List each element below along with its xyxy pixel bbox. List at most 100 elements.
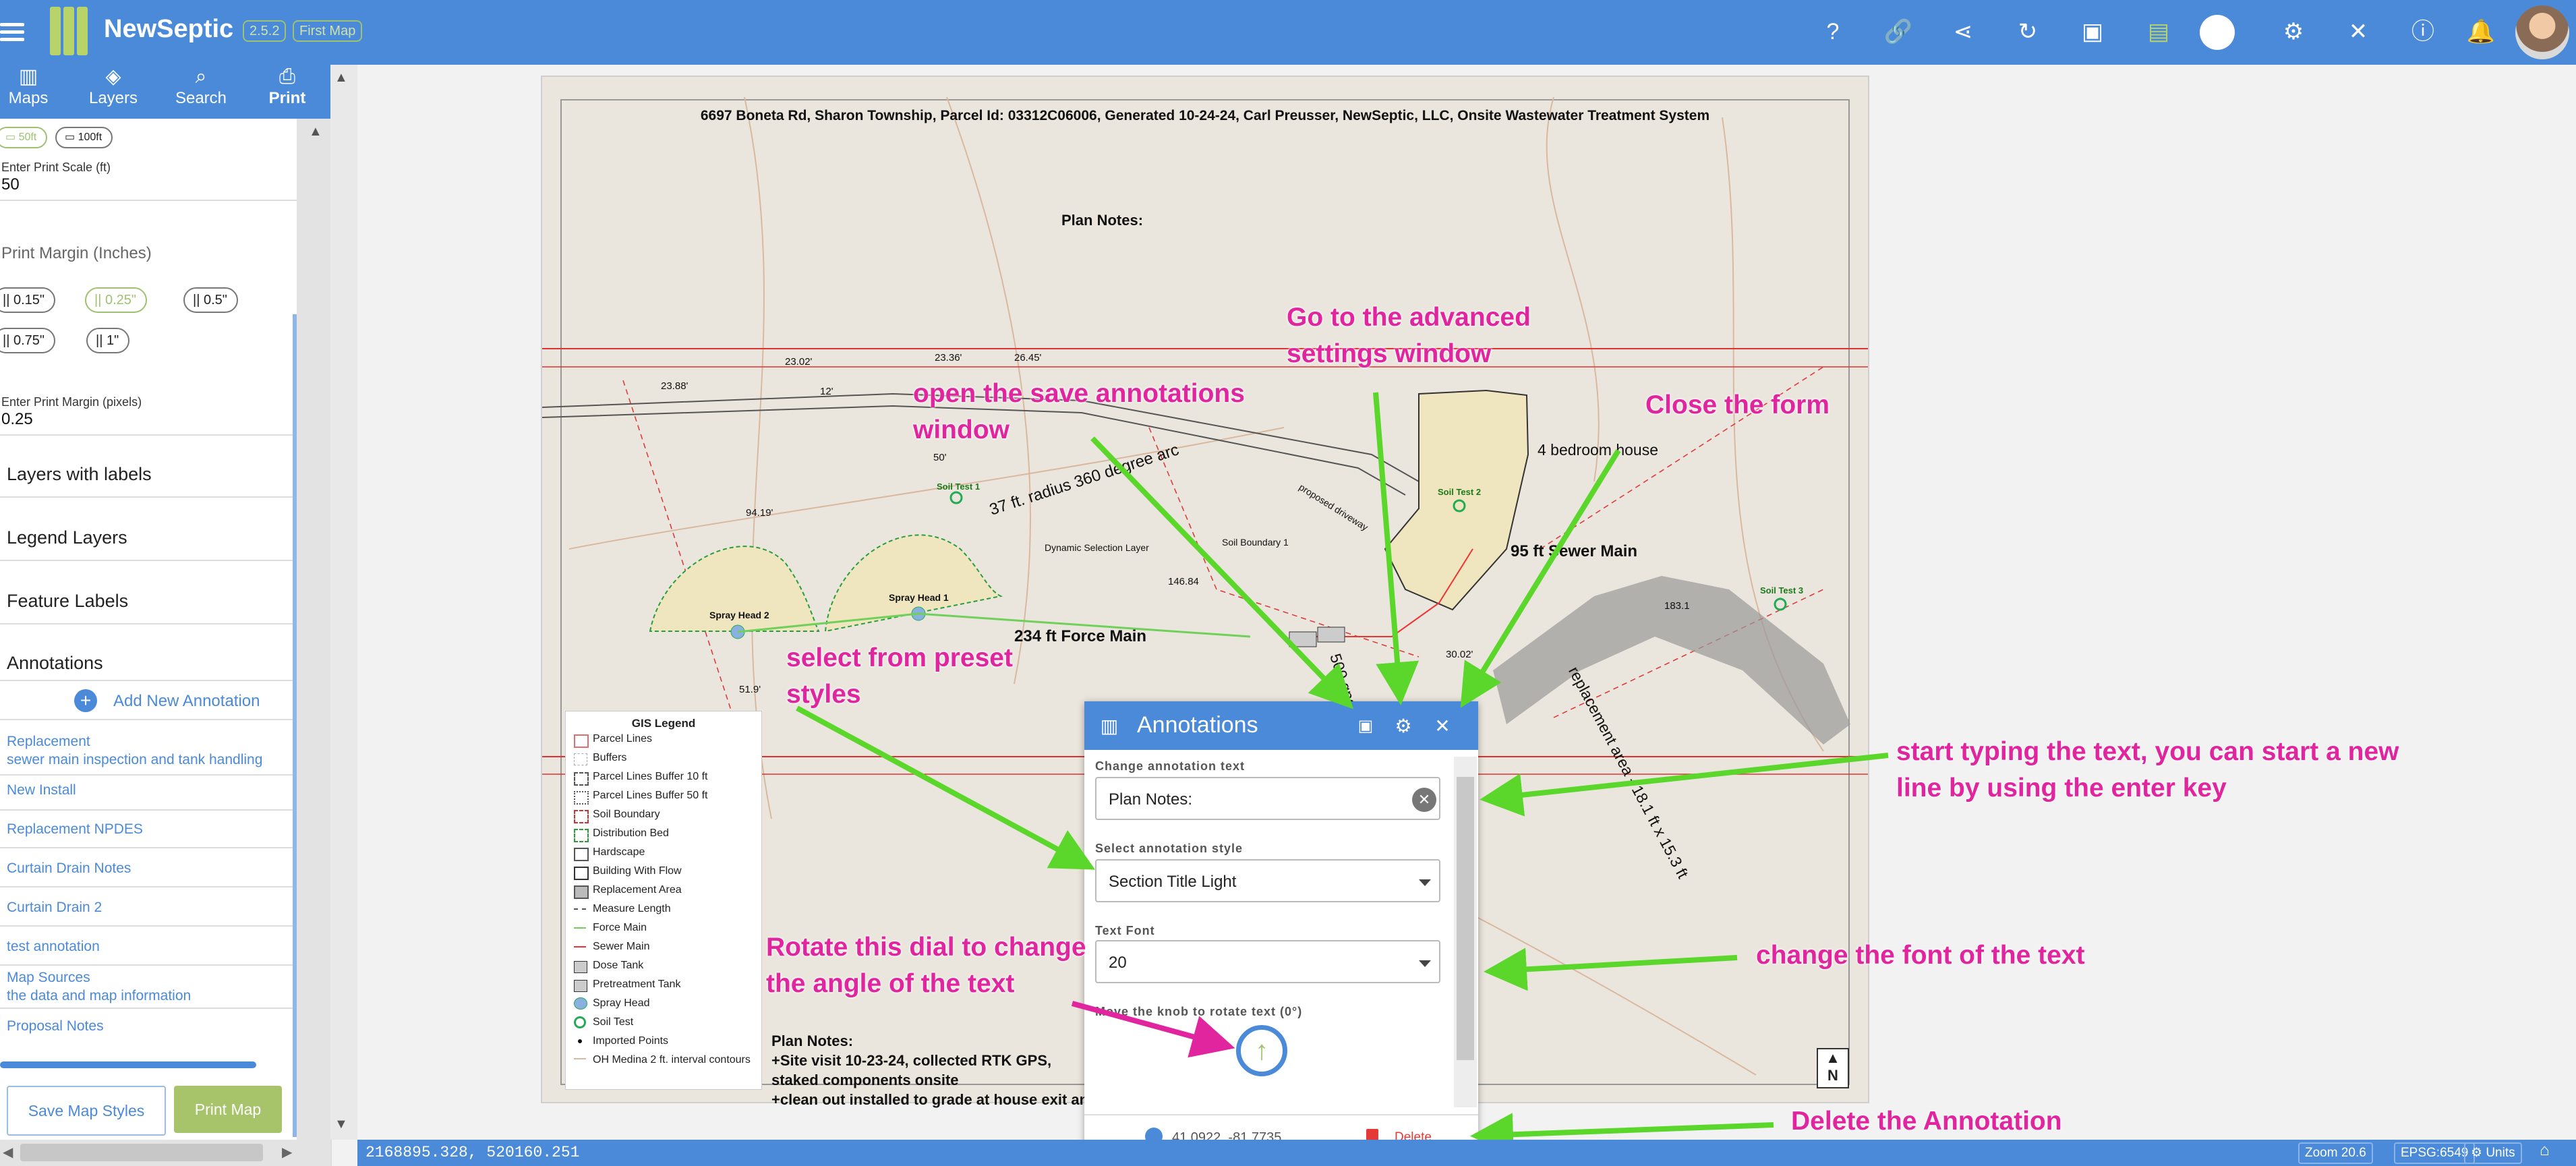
- annotation-link-replacement[interactable]: Replacement sewer main inspection and ta…: [7, 732, 262, 769]
- scale-chip-50[interactable]: ▭ 50ft: [0, 127, 48, 148]
- section-legend-layers[interactable]: Legend Layers: [7, 527, 127, 548]
- link-icon[interactable]: 🔗: [1883, 16, 1914, 47]
- zoom-level[interactable]: Zoom 20.6: [2298, 1142, 2373, 1164]
- section-layers-with-labels[interactable]: Layers with labels: [7, 464, 152, 485]
- settings-icon[interactable]: ⚙: [2278, 16, 2309, 47]
- legend-item: Parcel Lines Buffer 10 ft: [593, 771, 708, 782]
- annotation-link-proposal-notes[interactable]: Proposal Notes: [7, 1017, 104, 1035]
- help-icon[interactable]: ?: [1817, 16, 1848, 47]
- margin-chip-015[interactable]: || 0.15": [0, 287, 55, 313]
- layers-icon: ◈: [105, 65, 121, 88]
- scroll-left-icon[interactable]: ◀: [3, 1144, 13, 1161]
- tab-maps[interactable]: ▥ Maps: [0, 65, 69, 119]
- legend-swatch: [574, 980, 587, 992]
- margin-pixels-label: Enter Print Margin (pixels): [1, 395, 142, 409]
- save-icon[interactable]: ▣: [1354, 715, 1377, 738]
- annotation-link-curtain-drain-2[interactable]: Curtain Drain 2: [7, 898, 102, 916]
- tab-layers[interactable]: ◈ Layers: [73, 65, 154, 119]
- print-icon[interactable]: ▤: [2143, 16, 2174, 47]
- scroll-right-icon[interactable]: ▶: [282, 1144, 292, 1161]
- scroll-up-icon[interactable]: ▲: [309, 124, 322, 140]
- section-annotations[interactable]: Annotations: [7, 653, 103, 674]
- margin-chip-1[interactable]: || 1": [86, 328, 130, 353]
- annotation-link-curtain-drain-notes[interactable]: Curtain Drain Notes: [7, 859, 131, 877]
- divider: [0, 623, 297, 624]
- legend-swatch: [574, 961, 587, 973]
- chevron-down-icon: [1419, 879, 1431, 886]
- legend-swatch: [574, 791, 589, 805]
- legend-swatch: [574, 927, 586, 929]
- dialog-scrollbar-thumb[interactable]: [1457, 777, 1474, 1060]
- legend-swatch: [574, 772, 589, 786]
- tab-search[interactable]: ⌕ Search: [160, 65, 241, 119]
- map-name-badge[interactable]: First Map: [293, 20, 363, 42]
- locate-icon[interactable]: [2200, 15, 2235, 50]
- callout-delete-annotation: Delete the Annotation: [1791, 1107, 2062, 1136]
- nav-tabs: ▥ Maps ◈ Layers ⌕ Search ⎙ Print: [0, 65, 330, 123]
- panel-scrollbar-thumb[interactable]: [293, 314, 297, 1137]
- divider: [0, 496, 297, 498]
- soil-test-2-label: Soil Test 2: [1438, 487, 1482, 497]
- annotations-dialog: ▥ Annotations ▣ ⚙ ✕ Change annotation te…: [1084, 701, 1478, 1161]
- map-scrollbar[interactable]: ▲ ▼: [330, 65, 357, 1140]
- scroll-down-icon[interactable]: ▼: [334, 1117, 348, 1132]
- save-icon[interactable]: ▣: [2077, 16, 2108, 47]
- legend-swatch: [578, 1039, 582, 1043]
- divider: [0, 847, 297, 848]
- add-annotation-button[interactable]: Add New Annotation: [113, 692, 260, 711]
- user-avatar[interactable]: [2515, 5, 2569, 59]
- margin-chip-025[interactable]: || 0.25": [85, 287, 147, 313]
- margin-chip-075[interactable]: || 0.75": [0, 328, 55, 353]
- tools-icon[interactable]: ✕: [2343, 16, 2374, 47]
- plan-notes-heading[interactable]: Plan Notes:: [1061, 212, 1143, 229]
- panel-scrollbar[interactable]: [297, 119, 330, 1166]
- add-icon[interactable]: +: [74, 689, 97, 712]
- units-button[interactable]: ⚙ Units: [2464, 1142, 2522, 1164]
- dialog-body: Change annotation text Plan Notes: ✕ Sel…: [1084, 750, 1478, 1114]
- scroll-thumb[interactable]: [20, 1144, 263, 1161]
- legend-swatch: [574, 829, 589, 842]
- text-font-select[interactable]: 20: [1095, 940, 1440, 983]
- rotation-dial[interactable]: ↑: [1236, 1025, 1287, 1076]
- close-icon[interactable]: ✕: [1431, 715, 1454, 738]
- clear-icon[interactable]: ✕: [1412, 788, 1436, 812]
- scroll-up-icon[interactable]: ▲: [334, 70, 348, 86]
- share-icon[interactable]: ⋖: [1948, 16, 1979, 47]
- annotation-link-test[interactable]: test annotation: [7, 937, 100, 956]
- refresh-icon[interactable]: ↻: [2012, 16, 2043, 47]
- print-scale-input[interactable]: 50: [1, 175, 20, 194]
- info-icon[interactable]: ⓘ: [2407, 16, 2438, 47]
- annotation-link-replacement-npdes[interactable]: Replacement NPDES: [7, 820, 143, 838]
- annotation-style-select[interactable]: Section Title Light: [1095, 859, 1440, 902]
- home-icon[interactable]: ⌂: [2540, 1141, 2550, 1160]
- gear-icon[interactable]: ⚙: [1392, 715, 1415, 738]
- epsg-code[interactable]: EPSG:6549: [2394, 1142, 2476, 1164]
- menu-icon[interactable]: [0, 19, 24, 43]
- print-map-button[interactable]: Print Map: [174, 1086, 282, 1133]
- bottom-scrollbar[interactable]: ◀ ▶: [0, 1140, 330, 1166]
- gear-icon: ⚙: [2471, 1146, 2486, 1160]
- chevron-down-icon: [1419, 960, 1431, 967]
- margin-chip-05[interactable]: || 0.5": [183, 287, 238, 313]
- scale-chip-100[interactable]: ▭ 100ft: [55, 127, 113, 148]
- annotation-link-new-install[interactable]: New Install: [7, 781, 76, 799]
- divider: [0, 886, 297, 887]
- legend-item: Measure Length: [593, 903, 671, 914]
- annotation-text-input[interactable]: Plan Notes: ✕: [1095, 777, 1440, 820]
- margin-pixels-input[interactable]: 0.25: [1, 410, 33, 429]
- tab-print[interactable]: ⎙ Print: [247, 65, 328, 123]
- status-bar: 2168895.328, 520160.251 Zoom 20.6 EPSG:6…: [357, 1140, 2576, 1166]
- soil-boundary-label: Soil Boundary 1: [1222, 537, 1289, 548]
- section-feature-labels[interactable]: Feature Labels: [7, 591, 128, 612]
- dim-label: 30.02': [1446, 649, 1473, 660]
- legend-swatch: [574, 946, 586, 948]
- divider: [0, 680, 297, 681]
- horizontal-scrollbar[interactable]: [0, 1061, 256, 1068]
- divider: [0, 964, 297, 966]
- house-label: 4 bedroom house: [1538, 441, 1659, 459]
- text-field-label: Change annotation text: [1095, 759, 1246, 773]
- save-map-styles-button[interactable]: Save Map Styles: [7, 1086, 166, 1136]
- annotation-link-map-sources[interactable]: Map Sources the data and map information: [7, 968, 191, 1005]
- notifications-icon[interactable]: 🔔: [2465, 16, 2496, 47]
- search-icon: ⌕: [195, 65, 207, 88]
